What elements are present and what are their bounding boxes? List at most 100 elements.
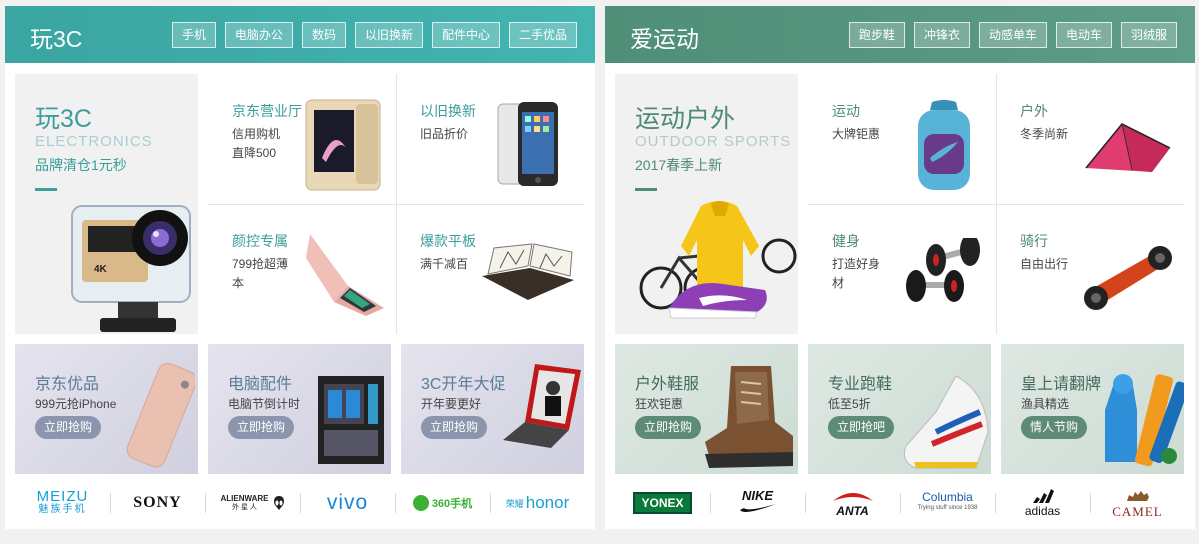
camel-logo-icon [1126,490,1149,501]
brand-name: adidas [1024,504,1061,518]
cell-subtitle: 冬季尚新 [1020,127,1069,141]
promo-pc-parts[interactable]: 电脑配件 电脑节倒计时 立即抢购 [208,344,391,474]
brand-yonex[interactable]: YONEX [615,483,710,523]
fishing-gear-image [1105,374,1184,467]
promo-title: 电脑配件 [228,376,293,393]
cell-trade-in[interactable]: 以旧换新 旧品折价 [396,74,584,205]
dumbbells-image [906,238,980,302]
cell-subtitle: 旧品折价 [420,127,469,141]
promo-fishing[interactable]: 皇上请翻牌 渔具精选 情人节购 [1001,344,1184,474]
action-camera-image: 4K [71,205,191,332]
cell-outdoor[interactable]: 户外 冬季尚新 [996,74,1184,205]
promo-subtitle: 狂欢钜惠 [635,397,684,411]
cell-thin-laptop[interactable]: 颜控专属 799抢超薄本 [208,204,397,334]
tag-e-bikes[interactable]: 电动车 [1055,22,1112,48]
promo-subtitle: 渔具精选 [1021,397,1070,411]
promo-buy-button[interactable]: 立即抢吧 [828,416,895,439]
tag-second-hand[interactable]: 二手优品 [508,22,577,48]
brand-honor[interactable]: 荣耀 honor [490,483,585,523]
iphone-image [497,102,558,186]
alien-head-icon [273,496,284,510]
promo-jd-quality[interactable]: 京东优品 999元抢iPhone 立即抢购 [15,344,198,474]
tag-jackets[interactable]: 冲锋衣 [913,22,970,48]
tag-computers[interactable]: 电脑办公 [224,22,293,48]
cell-subtitle: 打造好身材 [832,257,881,290]
floor-tags: 手机 电脑办公 数码 以旧换新 配件中心 二手优品 [171,22,577,48]
cell-title: 京东营业厅 [232,103,302,119]
brand-anta[interactable]: ANTA [805,483,900,523]
jacket-bike-shoe-image [639,201,797,319]
hoverboard-image [1084,246,1172,310]
brand-meizu[interactable]: MEIZU 魅族手机 [15,483,110,523]
running-shoe-image [903,375,989,469]
hero-banner-sports[interactable]: 运动户外 OUTDOOR SPORTS 2017春季上新 [615,74,798,334]
adidas-stripes-icon [1032,489,1054,503]
gold-phone-image [305,99,381,191]
brand-vivo[interactable]: vivo [300,483,395,523]
floor-title: 爱运动 [630,26,699,52]
brand-sub: 外 星 人 [232,504,257,511]
promo-title: 户外鞋服 [635,376,700,393]
cell-cycling[interactable]: 骑行 自由出行 [996,204,1184,334]
tag-spin-bikes[interactable]: 动感单车 [978,22,1047,48]
cell-tablet[interactable]: 爆款平板 满千减百 [396,204,584,334]
brand-name: NIKE [741,488,774,503]
brand-name: MEIZU [36,488,89,505]
cell-fitness[interactable]: 健身 打造好身材 [808,204,997,334]
promo-buy-button[interactable]: 立即抢购 [635,416,702,439]
hiking-boot-image [705,366,793,468]
360-logo-icon [412,495,429,511]
rose-gold-iphone-image [126,362,195,468]
hero-banner-electronics[interactable]: 玩3C ELECTRONICS 品牌清仓1元秒 4K [15,74,198,334]
tag-phones[interactable]: 手机 [171,22,216,48]
brand-columbia[interactable]: Columbia Trying stuff since 1938 [900,483,995,523]
cell-subtitle: 大牌钜惠 [832,127,881,141]
cell-title: 户外 [1020,103,1048,119]
brand-name: ANTA [836,504,869,518]
brand-sub: Trying stuff since 1938 [917,505,978,511]
promo-buy-button[interactable]: 立即抢购 [35,416,102,439]
tag-accessories[interactable]: 配件中心 [431,22,500,48]
cell-subtitle: 满千减百 [420,257,469,271]
brand-360[interactable]: 360手机 [395,483,490,523]
sports-floor: 爱运动 跑步鞋 冲锋衣 动感单车 电动车 羽绒服 运动户外 OUTDOOR SP… [605,6,1195,529]
hero-subtitle-en: OUTDOOR SPORTS [635,133,792,150]
backpack-image [918,100,970,190]
brand-camel[interactable]: CAMEL [1090,483,1185,523]
promo-buy-button[interactable]: 立即抢购 [421,416,488,439]
promo-title: 3C开年大促 [421,376,506,393]
brand-name: honor [525,493,570,512]
promo-3c-sale[interactable]: 3C开年大促 开年要更好 立即抢购 [401,344,584,474]
promo-buy-button[interactable]: 立即抢购 [228,416,295,439]
floor-tags: 跑步鞋 冲锋衣 动感单车 电动车 羽绒服 [848,22,1177,48]
promo-buy-button[interactable]: 情人节购 [1021,416,1088,439]
tag-running-shoes[interactable]: 跑步鞋 [848,22,905,48]
brand-nike[interactable]: NIKE [710,483,805,523]
tag-trade-in[interactable]: 以旧换新 [354,22,423,48]
cell-subtitle: 799抢超薄本 [232,257,289,290]
promo-subtitle: 开年要更好 [421,397,482,411]
hero-title: 玩3C [35,105,92,133]
promo-outdoor-wear[interactable]: 户外鞋服 狂欢钜惠 立即抢购 [615,344,798,474]
pink-laptop-image [306,234,384,316]
hero-title: 运动户外 [635,105,736,133]
brand-adidas[interactable]: adidas [995,483,1090,523]
tag-digital[interactable]: 数码 [301,22,346,48]
floor-header: 玩3C 手机 电脑办公 数码 以旧换新 配件中心 二手优品 [5,6,595,63]
hero-divider [35,188,57,191]
brand-alienware[interactable]: ALIENWARE 外 星 人 [205,483,300,523]
cell-sports[interactable]: 运动 大牌钜惠 [808,74,997,205]
swoosh-icon [739,504,776,512]
hero-divider [635,188,657,191]
hero-tagline: 品牌清仓1元秒 [35,157,127,173]
cell-title: 健身 [832,233,860,249]
svg-text:4K: 4K [94,264,108,275]
brand-sony[interactable]: SONY [110,483,205,523]
tent-image [1085,123,1171,172]
cell-jd-store[interactable]: 京东营业厅 信用购机 直降500 [208,74,397,205]
promo-running-shoes[interactable]: 专业跑鞋 低至5折 立即抢吧 [808,344,991,474]
tag-down-jackets[interactable]: 羽绒服 [1120,22,1177,48]
brand-sub: 魅族手机 [38,504,87,515]
brand-name: YONEX [633,492,692,514]
promo-subtitle: 低至5折 [828,397,871,411]
